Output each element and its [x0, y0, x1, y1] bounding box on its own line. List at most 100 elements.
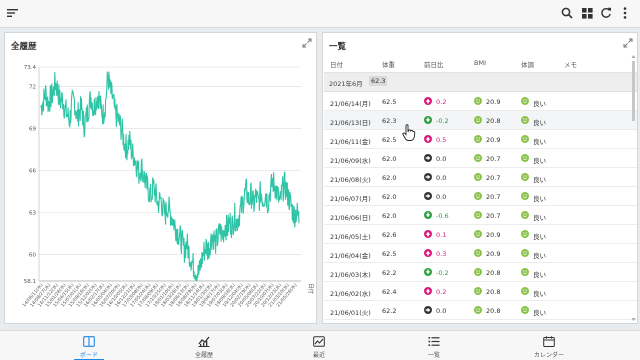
cell-bmi: 20.8 [486, 117, 501, 125]
cell-diff: 0.0 [436, 174, 447, 182]
cell-date: 21/06/02(水) [330, 290, 371, 298]
cell-condition: 良い [533, 119, 546, 127]
month-group-average: 62.3 [369, 76, 388, 86]
weight-table: 日付 体重 前日比 BMI 体調 メモ 2021年6月 62.3 21/06/1… [324, 53, 637, 323]
smile-icon [474, 135, 482, 143]
y-tick-label: 60 [29, 252, 36, 258]
column-header-diff[interactable]: 前日比 [424, 59, 444, 69]
top-app-bar [0, 0, 640, 28]
column-header-memo[interactable]: メモ [564, 59, 577, 69]
table-row[interactable]: 21/06/07(月) 62.0 0.0 20.7 良い [324, 187, 637, 206]
nav-item-recent[interactable]: 最近 [274, 331, 364, 360]
cell-weight: 62.0 [382, 212, 397, 220]
smile-icon [474, 306, 482, 314]
month-group-row[interactable]: 2021年6月 62.3 [324, 73, 637, 92]
cell-weight: 62.0 [382, 155, 397, 163]
table-row[interactable]: 21/06/11(金) 62.5 0.5 20.9 良い [324, 130, 637, 149]
calendar-icon [543, 336, 555, 347]
cell-diff: -0.6 [436, 212, 449, 220]
list-panel: 一覧 日付 体重 前日比 BMI 体調 メモ 2021年6月 62.3 21/0… [322, 32, 638, 324]
recent-icon [313, 336, 325, 347]
table-row[interactable]: 21/06/09(水) 62.0 0.0 20.7 良い [324, 149, 637, 168]
cell-condition: 良い [533, 309, 546, 317]
cell-diff: 0.3 [436, 250, 447, 258]
cell-weight: 62.0 [382, 193, 397, 201]
cell-diff: 0.0 [436, 193, 447, 201]
column-header-weight[interactable]: 体重 [382, 59, 395, 69]
nav-item-list[interactable]: 一覧 [389, 331, 479, 360]
search-icon[interactable] [560, 6, 574, 20]
more-vertical-icon[interactable] [618, 6, 632, 20]
smile-icon [474, 97, 482, 105]
cell-date: 21/06/08(火) [330, 176, 371, 184]
cell-bmi: 20.8 [486, 269, 501, 277]
smile-icon [521, 135, 529, 143]
cell-condition: 良い [533, 214, 546, 222]
expand-icon[interactable] [623, 38, 633, 48]
table-row[interactable]: 21/06/04(金) 62.5 0.3 20.9 良い [324, 244, 637, 263]
hamburger-menu-icon[interactable] [6, 6, 20, 20]
weight-series-line [40, 71, 300, 282]
smile-icon [521, 154, 529, 162]
nav-item-history[interactable]: 全履歴 [159, 331, 249, 360]
smile-icon [474, 211, 482, 219]
table-row[interactable]: 21/06/01(火) 62.2 0.0 20.8 良い [324, 301, 637, 320]
smile-icon [521, 249, 529, 257]
cell-date: 21/06/07(月) [330, 195, 371, 203]
trend-flat-icon [424, 154, 432, 162]
smile-icon [521, 230, 529, 238]
column-header-date[interactable]: 日付 [330, 59, 343, 69]
list-panel-title: 一覧 [329, 42, 347, 52]
table-row[interactable]: 21/06/05(土) 62.6 0.1 20.9 良い [324, 225, 637, 244]
cell-diff: 0.2 [436, 98, 447, 106]
smile-icon [521, 173, 529, 181]
table-header: 日付 体重 前日比 BMI 体調 メモ [324, 53, 637, 73]
cell-weight: 62.6 [382, 231, 397, 239]
table-row[interactable]: 21/06/14(月) 62.5 0.2 20.9 良い [324, 92, 637, 111]
cell-weight: 62.2 [382, 269, 397, 277]
trend-up-icon [424, 287, 432, 295]
cell-date: 21/06/11(金) [330, 138, 371, 146]
refresh-icon[interactable] [599, 6, 613, 20]
cell-bmi: 20.9 [486, 231, 501, 239]
cell-weight: 62.0 [382, 174, 397, 182]
trend-flat-icon [424, 192, 432, 200]
history-panel-title: 全履歴 [11, 42, 37, 52]
y-tick-label: 72 [29, 85, 36, 91]
cell-bmi: 20.7 [486, 193, 501, 201]
x-axis: 14/06/11(水)14/08/27(水)14/11/12(水)15/01/2… [21, 282, 299, 309]
column-header-condition[interactable]: 体調 [521, 59, 534, 69]
table-row[interactable]: 21/06/02(水) 62.4 0.2 20.8 良い [324, 282, 637, 301]
table-scrollbar[interactable] [631, 53, 636, 323]
history-panel: 全履歴 58.1 60 63 66 69 72 73.4 14/06/11(水) 14/08/… [4, 32, 317, 324]
expand-icon[interactable] [302, 38, 312, 48]
cell-bmi: 20.7 [486, 174, 501, 182]
cell-diff: 0.0 [436, 307, 447, 315]
table-row[interactable]: 21/06/03(木) 62.2 -0.2 20.8 良い [324, 263, 637, 282]
table-row[interactable]: 21/06/13(日) 62.3 -0.2 20.8 良い [324, 111, 637, 130]
cell-bmi: 20.8 [486, 288, 501, 296]
nav-item-calendar[interactable]: カレンダー [504, 331, 594, 360]
cell-condition: 良い [533, 271, 546, 279]
column-header-bmi[interactable]: BMI [474, 59, 486, 67]
cell-bmi: 20.7 [486, 155, 501, 163]
cell-diff: -0.2 [436, 117, 449, 125]
smile-icon [474, 268, 482, 276]
cell-date: 21/06/03(木) [330, 271, 371, 279]
cell-diff: 0.0 [436, 155, 447, 163]
table-row[interactable]: 21/06/08(火) 62.0 0.0 20.7 良い [324, 168, 637, 187]
nav-item-board[interactable]: ボード [44, 331, 134, 360]
grid-view-icon[interactable] [580, 6, 594, 20]
trend-flat-icon [424, 173, 432, 181]
cell-date: 21/06/01(火) [330, 309, 371, 317]
smile-icon [474, 173, 482, 181]
trend-up-icon [424, 249, 432, 257]
nav-label-calendar: カレンダー [533, 352, 564, 359]
smile-icon [474, 154, 482, 162]
y-axis: 58.1 60 63 66 69 72 73.4 [24, 65, 37, 285]
cell-condition: 良い [533, 176, 546, 184]
y-tick-label: 66 [29, 169, 36, 175]
table-row[interactable]: 21/06/06(日) 62.0 -0.6 20.7 良い [324, 206, 637, 225]
cell-condition: 良い [533, 290, 546, 298]
month-group-label: 2021年6月 [329, 80, 363, 88]
